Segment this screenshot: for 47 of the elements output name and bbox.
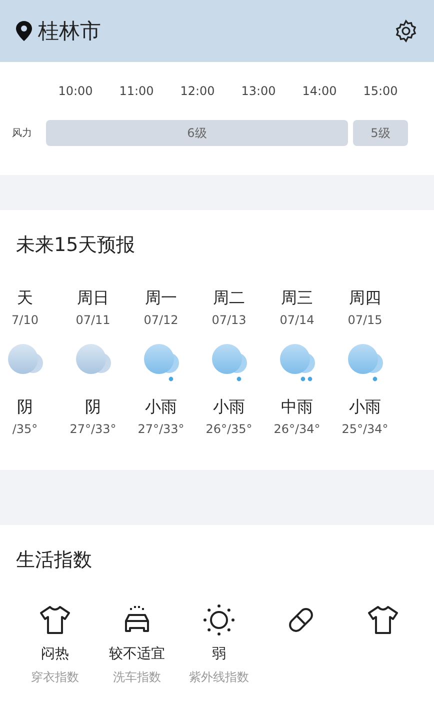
hour-label: 14:00 xyxy=(301,84,338,98)
index-name: 洗车指数 xyxy=(113,669,161,686)
temperature-range: 25°/34° xyxy=(342,422,388,436)
settings-icon[interactable] xyxy=(394,19,418,43)
wind-label: 风力 xyxy=(12,126,33,140)
temperature-range: /35° xyxy=(12,422,38,436)
weather-condition: 小雨 xyxy=(213,397,245,418)
index-name: 穿衣指数 xyxy=(31,669,79,686)
temperature-range: 26°/35° xyxy=(206,422,252,436)
hour-label: 15:00 xyxy=(362,84,399,98)
date-label: 7/10 xyxy=(12,313,38,327)
date-label: 07/12 xyxy=(144,313,178,327)
date-label: 07/14 xyxy=(280,313,314,327)
weather-condition: 阴 xyxy=(85,397,101,418)
location-pin-icon xyxy=(16,21,32,41)
t-shirt-icon xyxy=(366,603,400,637)
weekday-label: 周四 xyxy=(349,288,381,309)
weather-condition: 阴 xyxy=(17,397,33,418)
wind-level-bar: 6级 xyxy=(46,120,348,146)
temperature-range: 27°/33° xyxy=(138,422,184,436)
index-name: 紫外线指数 xyxy=(189,669,249,686)
index-value: 弱 xyxy=(212,645,226,663)
hour-label: 12:00 xyxy=(179,84,216,98)
date-label: 07/13 xyxy=(212,313,246,327)
weekday-label: 周一 xyxy=(145,288,177,309)
date-label: 07/15 xyxy=(348,313,382,327)
sun-icon xyxy=(202,603,236,637)
section-title: 生活指数 xyxy=(15,548,93,573)
weekday-label: 周三 xyxy=(281,288,313,309)
index-value: 较不适宜 xyxy=(109,645,165,663)
hour-label: 11:00 xyxy=(118,84,155,98)
weekday-label: 周日 xyxy=(77,288,109,309)
weather-condition: 中雨 xyxy=(281,397,313,418)
temperature-range: 27°/33° xyxy=(70,422,116,436)
weekday-label: 天 xyxy=(17,288,33,309)
hour-label: 10:00 xyxy=(57,84,94,98)
index-value: 闷热 xyxy=(41,645,69,663)
section-title: 未来15天预报 xyxy=(15,233,136,258)
weather-condition: 小雨 xyxy=(349,397,381,418)
temperature-range: 26°/34° xyxy=(274,422,320,436)
weekday-label: 周二 xyxy=(213,288,245,309)
t-shirt-icon xyxy=(38,603,72,637)
hour-label: 13:00 xyxy=(240,84,277,98)
city-name: 桂林市 xyxy=(38,18,101,45)
weather-condition: 小雨 xyxy=(145,397,177,418)
wind-level-bar: 5级 xyxy=(353,120,408,146)
date-label: 07/11 xyxy=(76,313,110,327)
